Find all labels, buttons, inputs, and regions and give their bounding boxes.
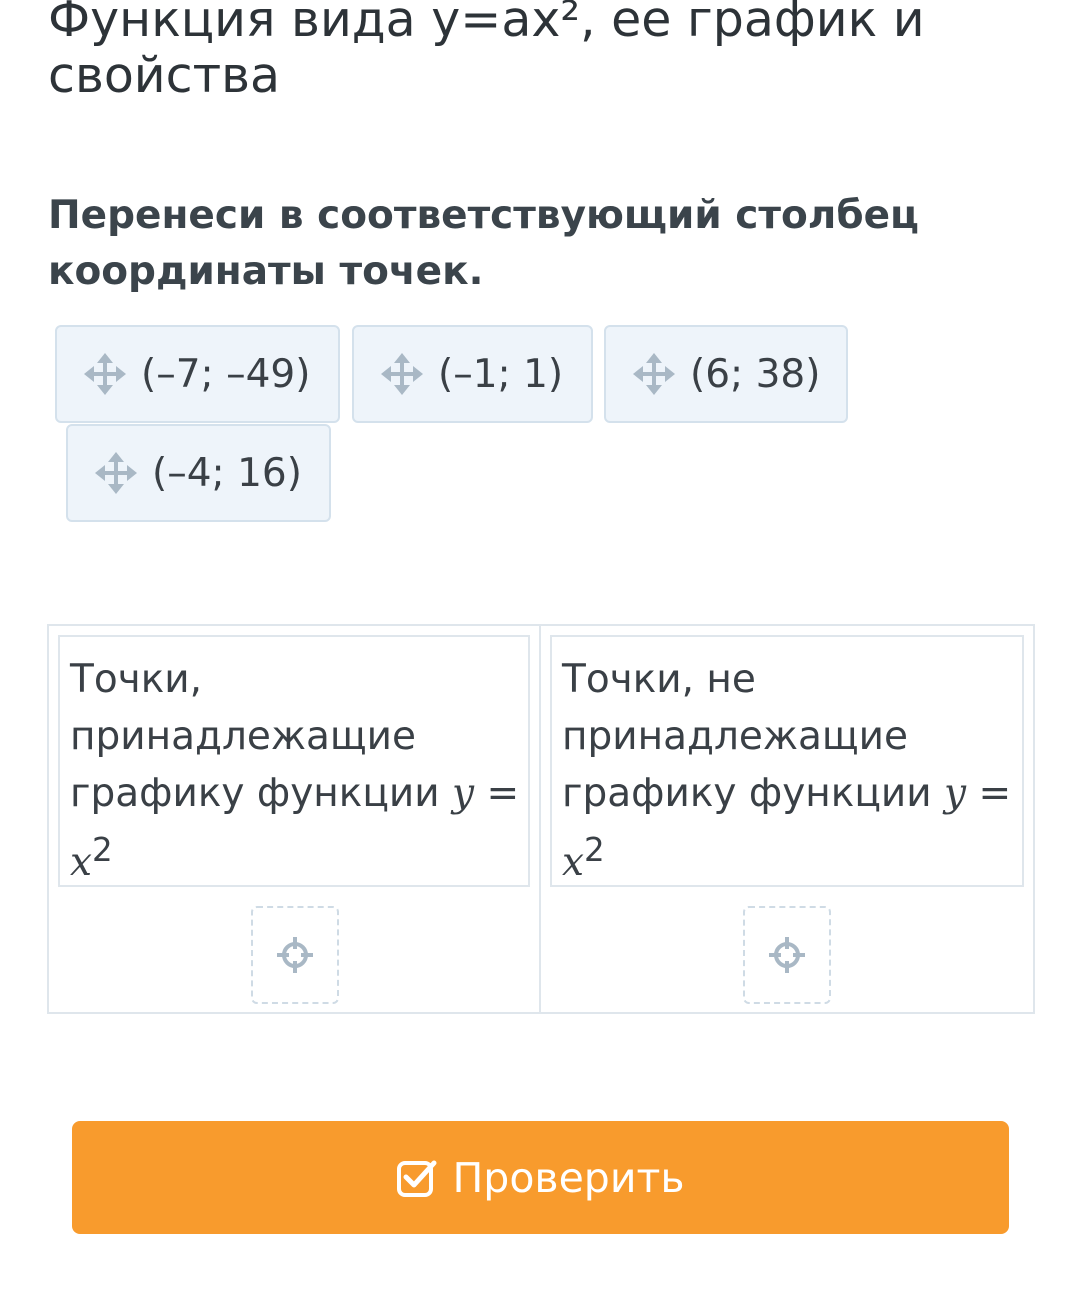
column-header: Точки, принадлежащие графику функции y =… bbox=[58, 635, 530, 887]
task-instruction: Перенеси в соответствующий столбец коорд… bbox=[48, 193, 919, 294]
move-icon bbox=[381, 353, 423, 395]
column-header-text: Точки, не принадлежащие графику функции bbox=[562, 657, 932, 816]
formula-exponent: 2 bbox=[584, 831, 605, 869]
chip-label: (6; 38) bbox=[690, 351, 821, 397]
move-icon bbox=[95, 452, 137, 494]
chip-label: (–4; 16) bbox=[152, 450, 302, 496]
draggable-chip[interactable]: (–1; 1) bbox=[352, 325, 593, 423]
formula-equals: = bbox=[966, 771, 1012, 816]
move-icon bbox=[84, 353, 126, 395]
target-icon bbox=[277, 937, 313, 973]
draggable-chip[interactable]: (–7; –49) bbox=[55, 325, 340, 423]
column-header-text: Точки, принадлежащие графику функции bbox=[70, 657, 440, 816]
formula-x: x bbox=[562, 840, 584, 885]
move-icon bbox=[633, 353, 675, 395]
formula-y: y bbox=[452, 771, 475, 816]
formula-equals: = bbox=[474, 771, 520, 816]
chip-label: (–1; 1) bbox=[438, 351, 564, 397]
draggable-chip[interactable]: (6; 38) bbox=[604, 325, 848, 423]
sorting-columns: Точки, принадлежащие графику функции y =… bbox=[47, 624, 1035, 1014]
column-belongs: Точки, принадлежащие графику функции y =… bbox=[49, 626, 541, 1012]
draggable-chip[interactable]: (–4; 16) bbox=[66, 424, 331, 522]
check-button-label: Проверить bbox=[452, 1153, 685, 1202]
chip-label: (–7; –49) bbox=[141, 351, 311, 397]
page-title: Функция вида y=ax², ее график и свойства bbox=[48, 0, 925, 104]
checkbox-check-icon bbox=[397, 1160, 437, 1197]
formula-exponent: 2 bbox=[92, 831, 113, 869]
column-not-belongs: Точки, не принадлежащие графику функции … bbox=[541, 626, 1033, 1012]
drop-zone[interactable] bbox=[251, 906, 339, 1004]
drop-zone[interactable] bbox=[743, 906, 831, 1004]
target-icon bbox=[769, 937, 805, 973]
formula-x: x bbox=[70, 840, 92, 885]
check-button[interactable]: Проверить bbox=[72, 1121, 1009, 1234]
formula-y: y bbox=[944, 771, 967, 816]
column-header: Точки, не принадлежащие графику функции … bbox=[550, 635, 1024, 887]
